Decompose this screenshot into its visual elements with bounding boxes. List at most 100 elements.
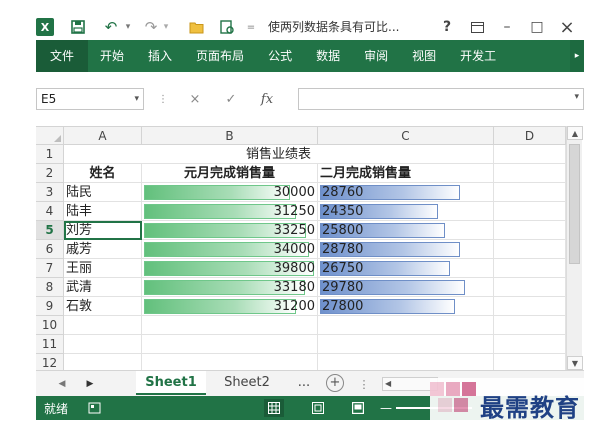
row-header-3[interactable]: 3 <box>36 183 64 202</box>
tab-formulas[interactable]: 公式 <box>256 40 304 72</box>
jan-sales-cell[interactable]: 31200 <box>142 297 318 316</box>
cell-d7[interactable] <box>494 259 566 278</box>
macro-record-icon[interactable] <box>86 398 102 416</box>
cell-d12[interactable] <box>494 354 566 370</box>
jan-sales-cell[interactable]: 31250 <box>142 202 318 221</box>
jan-sales-cell[interactable]: 33250 <box>142 221 318 240</box>
spreadsheet-grid[interactable]: A B C D 1 2 3 4 5 6 7 8 9 10 11 12 销售业绩表 姓名 元月完成销售量 二月完成销售量… <box>36 126 566 370</box>
row-header-2[interactable]: 2 <box>36 164 64 183</box>
cell-d5[interactable] <box>494 221 566 240</box>
more-sheets-button[interactable]: ... <box>292 371 316 395</box>
header-name-cell[interactable]: 姓名 <box>64 164 142 183</box>
cell-d10[interactable] <box>494 316 566 335</box>
add-sheet-icon[interactable]: + <box>326 374 344 392</box>
name-cell[interactable]: 陆丰 <box>64 202 142 221</box>
cell-a12[interactable] <box>64 354 142 370</box>
tab-data[interactable]: 数据 <box>304 40 352 72</box>
header-feb-cell[interactable]: 二月完成销售量 <box>318 164 494 183</box>
redo-icon[interactable]: ↷ <box>140 16 162 38</box>
feb-sales-cell[interactable]: 28760 <box>318 183 494 202</box>
select-all-corner[interactable] <box>36 127 64 145</box>
sheet-tab-sheet2[interactable]: Sheet2 <box>212 371 282 395</box>
print-preview-icon[interactable] <box>216 16 238 38</box>
zoom-out-icon[interactable]: — <box>376 399 396 417</box>
cell-b11[interactable] <box>142 335 318 354</box>
name-cell[interactable]: 石敦 <box>64 297 142 316</box>
tab-home[interactable]: 开始 <box>88 40 136 72</box>
column-header-c[interactable]: C <box>318 127 494 145</box>
vertical-scrollbar[interactable]: ▲ ▼ <box>566 126 583 370</box>
jan-sales-cell[interactable]: 30000 <box>142 183 318 202</box>
cell-b10[interactable] <box>142 316 318 335</box>
column-header-d[interactable]: D <box>494 127 566 145</box>
row-header-4[interactable]: 4 <box>36 202 64 221</box>
row-header-9[interactable]: 9 <box>36 297 64 316</box>
row-header-5[interactable]: 5 <box>36 221 64 240</box>
help-button[interactable]: ? <box>436 16 458 38</box>
cell-b12[interactable] <box>142 354 318 370</box>
feb-sales-cell[interactable]: 25800 <box>318 221 494 240</box>
name-cell[interactable]: 戚芳 <box>64 240 142 259</box>
cell-d3[interactable] <box>494 183 566 202</box>
cell-a10[interactable] <box>64 316 142 335</box>
redo-dropdown-icon[interactable]: ▾ <box>160 16 172 38</box>
tab-split-grip-icon[interactable]: ⋮ <box>356 375 372 393</box>
jan-sales-cell[interactable]: 33180 <box>142 278 318 297</box>
page-layout-view-icon[interactable] <box>308 399 328 417</box>
row-header-12[interactable]: 12 <box>36 354 64 370</box>
cell-d8[interactable] <box>494 278 566 297</box>
minimize-button[interactable]: – <box>496 16 518 38</box>
feb-sales-cell[interactable]: 27800 <box>318 297 494 316</box>
cell-d6[interactable] <box>494 240 566 259</box>
tab-insert[interactable]: 插入 <box>136 40 184 72</box>
sheet-prev-icon[interactable]: ◀ <box>54 375 70 393</box>
undo-icon[interactable]: ↶ <box>100 16 122 38</box>
open-folder-icon[interactable] <box>186 16 208 38</box>
jan-sales-cell[interactable]: 39800 <box>142 259 318 278</box>
customize-qat-icon[interactable]: = <box>244 16 258 38</box>
vertical-scroll-thumb[interactable] <box>569 144 580 264</box>
normal-view-icon[interactable] <box>264 399 284 417</box>
formula-expand-icon[interactable]: ▾ <box>574 92 579 102</box>
name-box[interactable]: E5 ▾ <box>36 88 144 110</box>
tab-review[interactable]: 审阅 <box>352 40 400 72</box>
name-cell[interactable]: 陆民 <box>64 183 142 202</box>
sheet-next-icon[interactable]: ▶ <box>82 375 98 393</box>
formula-input[interactable]: ▾ <box>298 88 584 110</box>
sheet-title-cell[interactable]: 销售业绩表 <box>64 145 494 164</box>
name-cell[interactable]: 王丽 <box>64 259 142 278</box>
cell-d4[interactable] <box>494 202 566 221</box>
insert-function-icon[interactable]: fx <box>258 90 276 108</box>
feb-sales-cell[interactable]: 24350 <box>318 202 494 221</box>
header-jan-cell[interactable]: 元月完成销售量 <box>142 164 318 183</box>
ribbon-scroll-right-icon[interactable]: ▸ <box>570 40 584 72</box>
name-cell[interactable]: 刘芳 <box>64 221 142 240</box>
tab-developer[interactable]: 开发工 <box>448 40 508 72</box>
feb-sales-cell[interactable]: 28780 <box>318 240 494 259</box>
column-header-a[interactable]: A <box>64 127 142 145</box>
maximize-button[interactable]: □ <box>526 16 548 38</box>
cell-c11[interactable] <box>318 335 494 354</box>
row-header-11[interactable]: 11 <box>36 335 64 354</box>
row-header-10[interactable]: 10 <box>36 316 64 335</box>
tab-view[interactable]: 视图 <box>400 40 448 72</box>
scroll-left-icon[interactable]: ◀ <box>385 378 391 390</box>
scroll-up-icon[interactable]: ▲ <box>567 126 583 140</box>
row-header-8[interactable]: 8 <box>36 278 64 297</box>
cell-d9[interactable] <box>494 297 566 316</box>
tab-page-layout[interactable]: 页面布局 <box>184 40 256 72</box>
confirm-entry-icon[interactable]: ✓ <box>222 90 240 108</box>
cell-d11[interactable] <box>494 335 566 354</box>
feb-sales-cell[interactable]: 29780 <box>318 278 494 297</box>
ribbon-display-icon[interactable] <box>466 16 488 38</box>
cell-c10[interactable] <box>318 316 494 335</box>
feb-sales-cell[interactable]: 26750 <box>318 259 494 278</box>
scroll-down-icon[interactable]: ▼ <box>567 356 583 370</box>
row-header-6[interactable]: 6 <box>36 240 64 259</box>
row-header-7[interactable]: 7 <box>36 259 64 278</box>
name-box-dropdown-icon[interactable]: ▾ <box>134 89 139 109</box>
cell-c12[interactable] <box>318 354 494 370</box>
cell-d2[interactable] <box>494 164 566 183</box>
page-break-preview-icon[interactable] <box>348 399 368 417</box>
jan-sales-cell[interactable]: 34000 <box>142 240 318 259</box>
